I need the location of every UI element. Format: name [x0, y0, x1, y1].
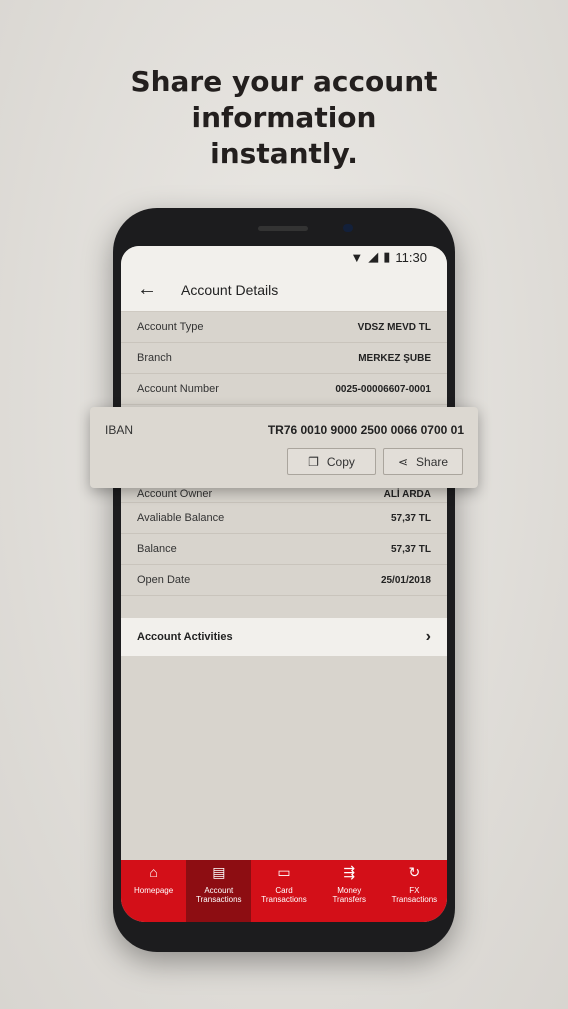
card-icon: ▭ [277, 864, 291, 880]
row-label: Account Number [137, 383, 219, 395]
activities-label: Account Activities [137, 631, 233, 643]
row-value: 0025-00006607-0001 [335, 383, 431, 395]
row-value: VDSZ MEVD TL [357, 321, 431, 333]
iban-card: IBAN TR76 0010 9000 2500 0066 0700 01 ❐ C… [90, 407, 478, 488]
camera [343, 224, 353, 232]
phone-frame: ▼ ◢ ▮ 11:30 ← Account Details Account Type… [113, 208, 455, 952]
row-value: ALİ ARDA [383, 489, 431, 500]
headline-line: Share your account [130, 65, 438, 98]
nav-label: Account [204, 886, 234, 895]
copy-label: Copy [326, 454, 355, 469]
nav-account-transactions[interactable]: ▤ Account Transactions [186, 860, 252, 922]
detail-row: Open Date 25/01/2018 [121, 565, 447, 596]
headline-line: instantly. [210, 137, 358, 170]
status-bar: ▼ ◢ ▮ 11:30 [121, 246, 447, 268]
battery-icon: ▮ [383, 249, 391, 264]
wifi-icon: ▼ [350, 249, 364, 265]
detail-row: Account Number 0025-00006607-0001 [121, 374, 447, 405]
nav-label: Transfers [332, 895, 366, 904]
copy-button[interactable]: ❐ Copy [287, 448, 376, 475]
row-label: Account Owner [137, 488, 213, 500]
clock: 11:30 [395, 249, 427, 265]
nav-label: Money [337, 886, 362, 895]
screen: ▼ ◢ ▮ 11:30 ← Account Details Account Type… [121, 246, 447, 922]
detail-row: Account Type VDSZ MEVD TL [121, 312, 447, 343]
exchange-icon: ↻ [408, 864, 421, 880]
iban-label: IBAN [105, 423, 134, 437]
detail-row: Branch MERKEZ ŞUBE [121, 343, 447, 374]
row-value: 57,37 TL [390, 543, 431, 555]
headline: Share your account information instantly… [0, 64, 568, 172]
page-title: Account Details [181, 281, 279, 298]
row-label: Balance [137, 543, 177, 555]
row-label: Open Date [137, 574, 191, 586]
share-icon: ⋖ [397, 454, 409, 469]
transfer-icon: ⇶ [343, 864, 356, 880]
nav-money-transfers[interactable]: ⇶ Money Transfers [317, 860, 382, 922]
copy-icon: ❐ [308, 454, 319, 469]
row-label: Account Type [137, 321, 204, 333]
row-value: 25/01/2018 [380, 574, 431, 586]
share-button[interactable]: ⋖ Share [383, 448, 463, 475]
share-label: Share [416, 454, 449, 469]
nav-label: Homepage [134, 886, 174, 895]
money-stack-icon: ▤ [212, 864, 226, 880]
chevron-right-icon: › [425, 628, 431, 645]
nav-card-transactions[interactable]: ▭ Card Transactions [251, 860, 316, 922]
nav-label: Transactions [196, 895, 242, 904]
iban-value: TR76 0010 9000 2500 0066 0700 01 [267, 423, 464, 437]
home-icon: ⌂ [149, 864, 158, 880]
row-label: Branch [137, 352, 172, 364]
signal-icon: ◢ [368, 249, 379, 264]
nav-fx-transactions[interactable]: ↻ FX Transactions [382, 860, 447, 922]
app-bar: ← Account Details [121, 268, 447, 312]
speaker [258, 226, 308, 231]
row-value: MERKEZ ŞUBE [358, 352, 431, 364]
nav-label: Transactions [261, 895, 307, 904]
nav-label: Card [275, 886, 293, 895]
bottom-nav: ⌂ Homepage ▤ Account Transactions ▭ Card Tran… [121, 860, 447, 922]
row-value: 57,37 TL [390, 512, 431, 524]
detail-row: Balance 57,37 TL [121, 534, 447, 565]
account-activities-link[interactable]: Account Activities › [121, 618, 447, 656]
back-arrow-icon[interactable]: ← [121, 278, 173, 301]
nav-homepage[interactable]: ⌂ Homepage [121, 860, 186, 922]
headline-line: information [191, 101, 377, 134]
nav-label: FX [409, 886, 420, 895]
detail-row: Avaliable Balance 57,37 TL [121, 503, 447, 534]
row-label: Avaliable Balance [137, 512, 225, 524]
nav-label: Transactions [391, 895, 438, 904]
